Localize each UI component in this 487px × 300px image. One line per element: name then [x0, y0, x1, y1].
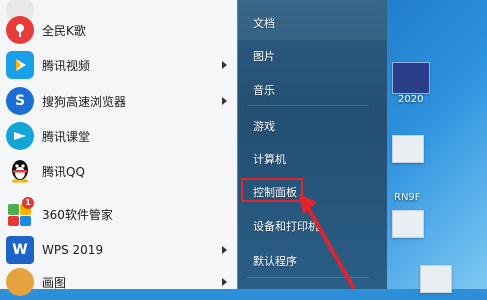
- red-pointer-arrow-icon: [299, 194, 355, 289]
- notification-badge: 1: [22, 197, 34, 209]
- submenu-arrow-icon: [222, 97, 227, 105]
- program-label: 腾讯QQ: [42, 164, 85, 179]
- program-item-karaoke[interactable]: 全民K歌: [0, 12, 237, 48]
- program-item-tencent-classroom[interactable]: 腾讯课堂: [0, 118, 237, 154]
- tencent-classroom-icon: [6, 122, 34, 150]
- program-label: 画图: [42, 275, 67, 290]
- program-item-qq[interactable]: 腾讯QQ: [0, 153, 237, 189]
- places-documents[interactable]: 文档: [253, 15, 275, 31]
- places-music[interactable]: 音乐: [253, 82, 275, 98]
- programs-pane: 全民K歌 腾讯视频 S 搜狗高速浏览器 腾讯课堂 腾讯QQ 1 360软件管家 …: [0, 0, 238, 296]
- submenu-arrow-icon: [222, 246, 227, 254]
- paint-icon: [6, 268, 34, 296]
- desktop-document-label: RN9F: [394, 192, 421, 203]
- submenu-arrow-icon: [222, 61, 227, 69]
- desktop-file-label: 2020: [398, 94, 424, 105]
- program-label: 360软件管家: [42, 207, 113, 222]
- wps-icon: W: [6, 236, 34, 264]
- qq-penguin-icon: [6, 157, 34, 185]
- tencent-video-icon: [6, 51, 34, 79]
- sogou-browser-icon: S: [6, 87, 34, 115]
- control-panel-highlight-box: [241, 178, 303, 202]
- desktop-document-icon[interactable]: [392, 135, 424, 163]
- submenu-arrow-icon: [222, 278, 227, 286]
- program-item-paint[interactable]: 画图: [0, 264, 237, 300]
- program-label: 腾讯视频: [42, 58, 91, 73]
- 360-software-manager-icon: 1: [6, 197, 34, 228]
- program-item-tencent-video[interactable]: 腾讯视频: [0, 47, 237, 83]
- program-label: 腾讯课堂: [42, 129, 91, 144]
- karaoke-icon: [6, 16, 34, 44]
- separator: [247, 105, 369, 106]
- places-games[interactable]: 游戏: [253, 118, 275, 134]
- program-item-wps[interactable]: W WPS 2019: [0, 232, 237, 268]
- program-item-360-manager[interactable]: 1 360软件管家: [0, 196, 237, 232]
- program-label: 全民K歌: [42, 23, 86, 38]
- places-default-programs[interactable]: 默认程序: [253, 253, 297, 269]
- places-pictures[interactable]: 图片: [253, 48, 275, 64]
- start-menu: 全民K歌 腾讯视频 S 搜狗高速浏览器 腾讯课堂 腾讯QQ 1 360软件管家 …: [0, 0, 387, 296]
- places-computer[interactable]: 计算机: [253, 151, 286, 167]
- program-item-sogou-browser[interactable]: S 搜狗高速浏览器: [0, 83, 237, 119]
- program-label: WPS 2019: [42, 243, 104, 257]
- desktop-file-icon[interactable]: [392, 62, 430, 94]
- program-label: 搜狗高速浏览器: [42, 94, 127, 109]
- desktop-document-icon[interactable]: [392, 210, 424, 238]
